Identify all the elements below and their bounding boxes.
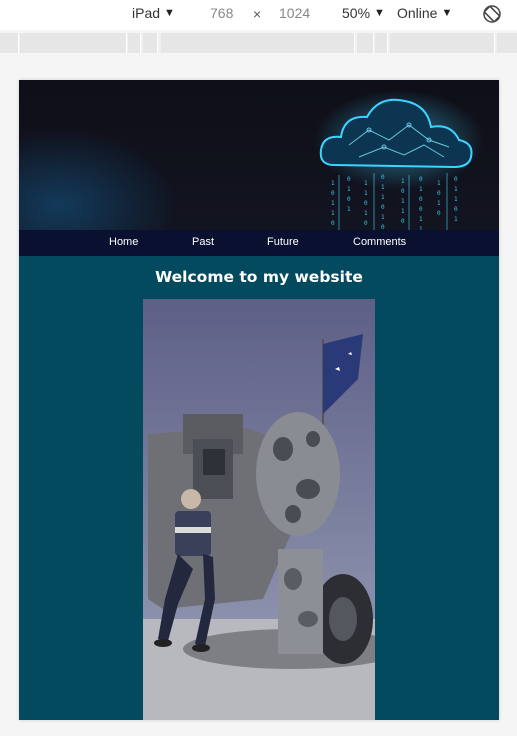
- svg-text:1: 1: [419, 216, 423, 223]
- media-query-segment[interactable]: [143, 33, 158, 53]
- nav-comments[interactable]: Comments: [353, 236, 406, 248]
- svg-text:1: 1: [331, 210, 335, 217]
- height-input[interactable]: 1024: [279, 5, 310, 21]
- svg-text:0: 0: [454, 206, 458, 213]
- caret-down-icon: ▼: [164, 7, 175, 19]
- main-nav: Home Past Future Comments: [19, 230, 499, 256]
- svg-text:0: 0: [347, 196, 351, 203]
- caret-down-icon: ▼: [374, 7, 385, 19]
- svg-text:0: 0: [331, 190, 335, 197]
- svg-text:0: 0: [454, 176, 458, 183]
- svg-text:1: 1: [381, 184, 385, 191]
- media-query-segment[interactable]: [128, 33, 141, 53]
- svg-text:0: 0: [401, 218, 405, 225]
- media-query-segment[interactable]: [0, 33, 19, 53]
- device-viewport: 1 0 1 1 0 0 1 0 1 1 1 0 1 0 0 1 1 0 1 0 1 0 1 1 0 0 1 0 0 1 1 1 0 1…: [19, 80, 499, 720]
- media-query-segment[interactable]: [497, 33, 517, 53]
- dimension-separator: ×: [253, 6, 262, 22]
- svg-text:0: 0: [437, 210, 441, 217]
- svg-text:1: 1: [419, 186, 423, 193]
- device-select[interactable]: iPad ▼: [132, 5, 175, 21]
- svg-text:1: 1: [331, 200, 335, 207]
- svg-text:0: 0: [381, 204, 385, 211]
- svg-text:1: 1: [437, 180, 441, 187]
- svg-text:1: 1: [347, 206, 351, 213]
- media-query-segment[interactable]: [357, 33, 374, 53]
- svg-text:0: 0: [347, 176, 351, 183]
- svg-text:1: 1: [364, 180, 368, 187]
- svg-text:1: 1: [381, 214, 385, 221]
- device-toolbar: iPad ▼ 768 × 1024 50% ▼ Online ▼: [0, 0, 517, 30]
- svg-text:0: 0: [401, 188, 405, 195]
- hero-banner: 1 0 1 1 0 0 1 0 1 1 1 0 1 0 0 1 1 0 1 0 1 0 1 1 0 0 1 0 0 1 1 1 0 1…: [19, 80, 499, 235]
- page-title: Welcome to my website: [155, 268, 363, 286]
- network-throttle-select[interactable]: Online ▼: [397, 5, 452, 21]
- svg-text:1: 1: [454, 186, 458, 193]
- svg-text:1: 1: [401, 178, 405, 185]
- nav-past[interactable]: Past: [192, 236, 214, 248]
- svg-text:0: 0: [419, 196, 423, 203]
- caret-down-icon: ▼: [441, 7, 453, 19]
- svg-text:1: 1: [401, 198, 405, 205]
- svg-text:0: 0: [364, 200, 368, 207]
- rotate-icon[interactable]: [481, 3, 503, 25]
- svg-text:0: 0: [419, 176, 423, 183]
- svg-text:1: 1: [381, 194, 385, 201]
- media-query-bar: [0, 33, 517, 53]
- media-query-segment[interactable]: [375, 33, 388, 53]
- media-query-segment[interactable]: [20, 33, 127, 53]
- svg-text:0: 0: [419, 206, 423, 213]
- width-input[interactable]: 768: [210, 5, 233, 21]
- svg-text:1: 1: [364, 210, 368, 217]
- media-query-segment[interactable]: [161, 33, 355, 53]
- nav-future[interactable]: Future: [267, 236, 299, 248]
- svg-text:1: 1: [364, 190, 368, 197]
- svg-text:1: 1: [437, 200, 441, 207]
- zoom-select[interactable]: 50% ▼: [342, 5, 385, 21]
- digital-cloud-icon: 1 0 1 1 0 0 1 0 1 1 1 0 1 0 0 1 1 0 1 0 1 0 1 1 0 0 1 0 0 1 1 1 0 1…: [314, 90, 484, 235]
- svg-text:0: 0: [381, 174, 385, 181]
- svg-text:1: 1: [331, 180, 335, 187]
- svg-text:1: 1: [347, 186, 351, 193]
- svg-text:1: 1: [454, 196, 458, 203]
- svg-text:0: 0: [331, 220, 335, 227]
- device-name: iPad: [132, 5, 161, 21]
- hero-photo: [143, 299, 375, 720]
- media-query-segment[interactable]: [390, 33, 495, 53]
- svg-text:1: 1: [454, 216, 458, 223]
- svg-text:1: 1: [401, 208, 405, 215]
- nav-home[interactable]: Home: [109, 236, 138, 248]
- network-value: Online: [397, 5, 438, 21]
- svg-text:0: 0: [364, 220, 368, 227]
- svg-text:0: 0: [437, 190, 441, 197]
- zoom-value: 50%: [342, 5, 371, 21]
